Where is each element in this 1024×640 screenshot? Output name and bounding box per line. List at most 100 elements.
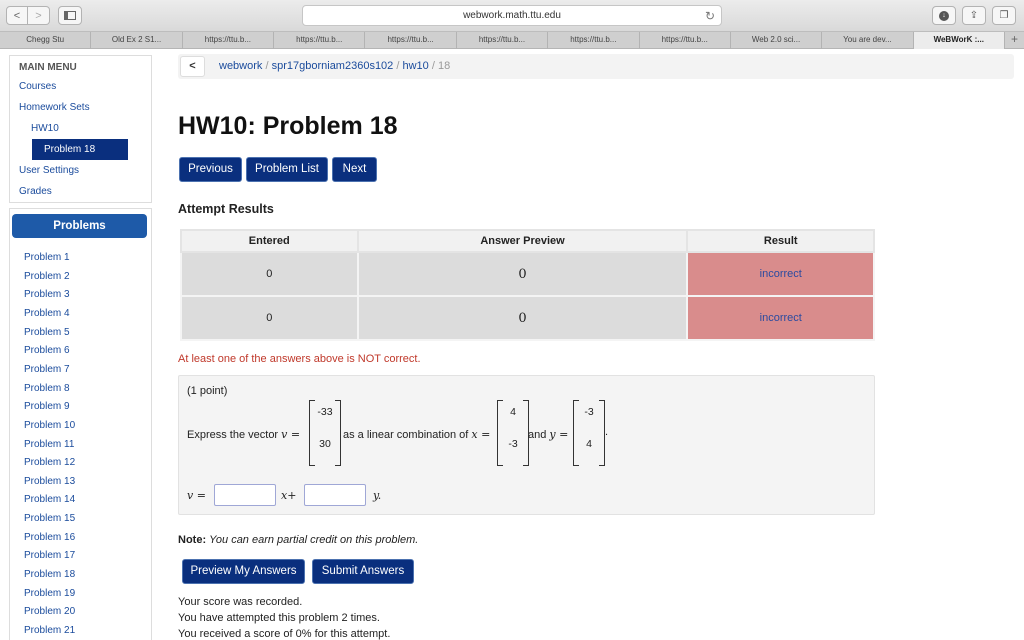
express-text: Express the vector: [187, 429, 279, 441]
statement-period: .: [605, 426, 609, 438]
table-row: 0 0 incorrect: [180, 295, 875, 341]
attempt-score-text: You received a score of 0% for this atte…: [178, 628, 391, 640]
back-button[interactable]: <: [6, 6, 28, 25]
score-recorded-text: Your score was recorded.: [178, 596, 303, 608]
breadcrumb-path: webwork / spr17gborniam2360s102 / hw10 /…: [219, 54, 450, 79]
problem-list-item[interactable]: Problem 15: [24, 513, 75, 524]
problem-list-item[interactable]: Problem 2: [24, 271, 70, 282]
next-button[interactable]: Next: [332, 157, 377, 182]
and-text: and: [528, 429, 547, 441]
problem-list-item[interactable]: Problem 16: [24, 532, 75, 543]
history-nav: < >: [6, 6, 50, 25]
vector-entry: 4: [510, 406, 516, 418]
problem-list-item[interactable]: Problem 3: [24, 289, 70, 300]
y-equals: y =: [549, 428, 569, 441]
tab-6[interactable]: https://ttu.b...: [457, 32, 549, 49]
tab-7[interactable]: https://ttu.b...: [548, 32, 640, 49]
problem-box: (1 point) Express the vector v = -33 30 …: [178, 375, 875, 515]
answer-y-dot: y.: [373, 489, 382, 502]
vector-entry: -3: [584, 406, 594, 418]
problem-list-item[interactable]: Problem 19: [24, 588, 75, 599]
breadcrumb-webwork[interactable]: webwork: [219, 60, 262, 72]
problem-list-item[interactable]: Problem 14: [24, 494, 75, 505]
problem-list-item[interactable]: Problem 8: [24, 383, 70, 394]
coefficient-x-input[interactable]: [214, 484, 276, 506]
main-menu: MAIN MENU Courses Homework Sets HW10 Pro…: [9, 55, 152, 203]
main-menu-title: MAIN MENU: [19, 62, 77, 73]
breadcrumb-set[interactable]: hw10: [402, 60, 428, 72]
attempts-count-text: You have attempted this problem 2 times.: [178, 612, 380, 624]
tab-8[interactable]: https://ttu.b...: [640, 32, 731, 49]
problem-list-item[interactable]: Problem 20: [24, 606, 75, 617]
problem-statement: Express the vector v =: [187, 428, 300, 441]
tab-3[interactable]: https://ttu.b...: [183, 32, 275, 49]
attempt-results-table: Entered Answer Preview Result 0 0 incorr…: [180, 229, 875, 341]
problem-list-item[interactable]: Problem 11: [24, 439, 74, 450]
vector-y: -3 4: [573, 400, 605, 466]
linear-combination-text: as a linear combination of x =: [343, 428, 490, 441]
tab-10[interactable]: You are dev...: [822, 32, 914, 49]
coefficient-y-input[interactable]: [304, 484, 366, 506]
page-title: HW10: Problem 18: [178, 112, 398, 140]
problem-list-item[interactable]: Problem 13: [24, 476, 75, 487]
problem-list-button[interactable]: Problem List: [246, 157, 328, 182]
breadcrumb-course[interactable]: spr17gborniam2360s102: [272, 60, 394, 72]
breadcrumb-problem: 18: [437, 60, 451, 72]
downloads-button[interactable]: ↓: [932, 6, 956, 25]
problem-list-item[interactable]: Problem 18: [24, 569, 75, 580]
tab-4[interactable]: https://ttu.b...: [274, 32, 366, 49]
v-equals: v =: [281, 428, 301, 441]
menu-item-problem-18-active[interactable]: Problem 18: [32, 139, 128, 160]
entered-cell: 0: [180, 295, 359, 341]
vector-entry: 4: [586, 438, 592, 450]
breadcrumb-back-button[interactable]: <: [180, 56, 205, 77]
tab-active-webwork[interactable]: WeBWorK :...: [913, 32, 1005, 49]
problems-panel: Problems Problem 1 Problem 2 Problem 3 Prob…: [9, 208, 152, 640]
column-header-answer-preview: Answer Preview: [356, 229, 689, 253]
tab-5[interactable]: https://ttu.b...: [365, 32, 457, 49]
problem-list-item[interactable]: Problem 17: [24, 550, 75, 561]
tab-9[interactable]: Web 2.0 sci...: [731, 32, 823, 49]
answer-preview-cell: 0: [356, 295, 689, 341]
tab-bar: Chegg Stu Old Ex 2 S1... https://ttu.b..…: [0, 32, 1024, 49]
problem-points: (1 point): [187, 385, 228, 397]
menu-item-grades[interactable]: Grades: [19, 186, 52, 197]
tabs-overview-button[interactable]: ❐: [992, 6, 1016, 25]
tab-1[interactable]: Chegg Stu: [0, 32, 92, 49]
url-text: webwork.math.ttu.edu: [463, 10, 561, 21]
vector-x: 4 -3: [497, 400, 529, 466]
menu-item-homework-sets[interactable]: Homework Sets: [19, 102, 90, 113]
problem-list-item[interactable]: Problem 10: [24, 420, 75, 431]
table-row: 0 0 incorrect: [180, 251, 875, 297]
forward-button[interactable]: >: [28, 6, 50, 25]
reload-icon[interactable]: ↻: [705, 7, 715, 26]
address-bar[interactable]: webwork.math.ttu.edu ↻: [302, 5, 722, 26]
problem-list-item[interactable]: Problem 1: [24, 252, 70, 263]
menu-item-hw10[interactable]: HW10: [31, 123, 59, 134]
note-label: Note:: [178, 534, 207, 546]
menu-item-courses[interactable]: Courses: [19, 81, 56, 92]
and-y-text: and y =: [528, 428, 568, 441]
problem-list-item[interactable]: Problem 9: [24, 401, 70, 412]
share-button[interactable]: ⇪: [962, 6, 986, 25]
breadcrumb-sep: /: [265, 60, 269, 72]
problem-list-item[interactable]: Problem 12: [24, 457, 75, 468]
result-cell: incorrect: [686, 295, 875, 341]
menu-item-user-settings[interactable]: User Settings: [19, 165, 79, 176]
sidebar-toggle-icon[interactable]: [58, 6, 82, 25]
new-tab-button[interactable]: +: [1005, 32, 1024, 48]
result-cell: incorrect: [686, 251, 875, 297]
submit-answers-button[interactable]: Submit Answers: [312, 559, 414, 584]
answer-x-plus: x+: [281, 489, 297, 502]
problem-list-item[interactable]: Problem 7: [24, 364, 70, 375]
problem-list-item[interactable]: Problem 21: [24, 625, 75, 636]
vector-entry: -33: [317, 406, 333, 418]
preview-answers-button[interactable]: Preview My Answers: [182, 559, 305, 584]
problem-list-item[interactable]: Problem 5: [24, 327, 70, 338]
column-header-entered: Entered: [180, 229, 359, 253]
problem-list-item[interactable]: Problem 6: [24, 345, 70, 356]
tab-2[interactable]: Old Ex 2 S1...: [91, 32, 183, 49]
problem-list-item[interactable]: Problem 4: [24, 308, 70, 319]
previous-button[interactable]: Previous: [179, 157, 242, 182]
toolbar-actions: ↓ ⇪ ❐: [932, 6, 1016, 25]
